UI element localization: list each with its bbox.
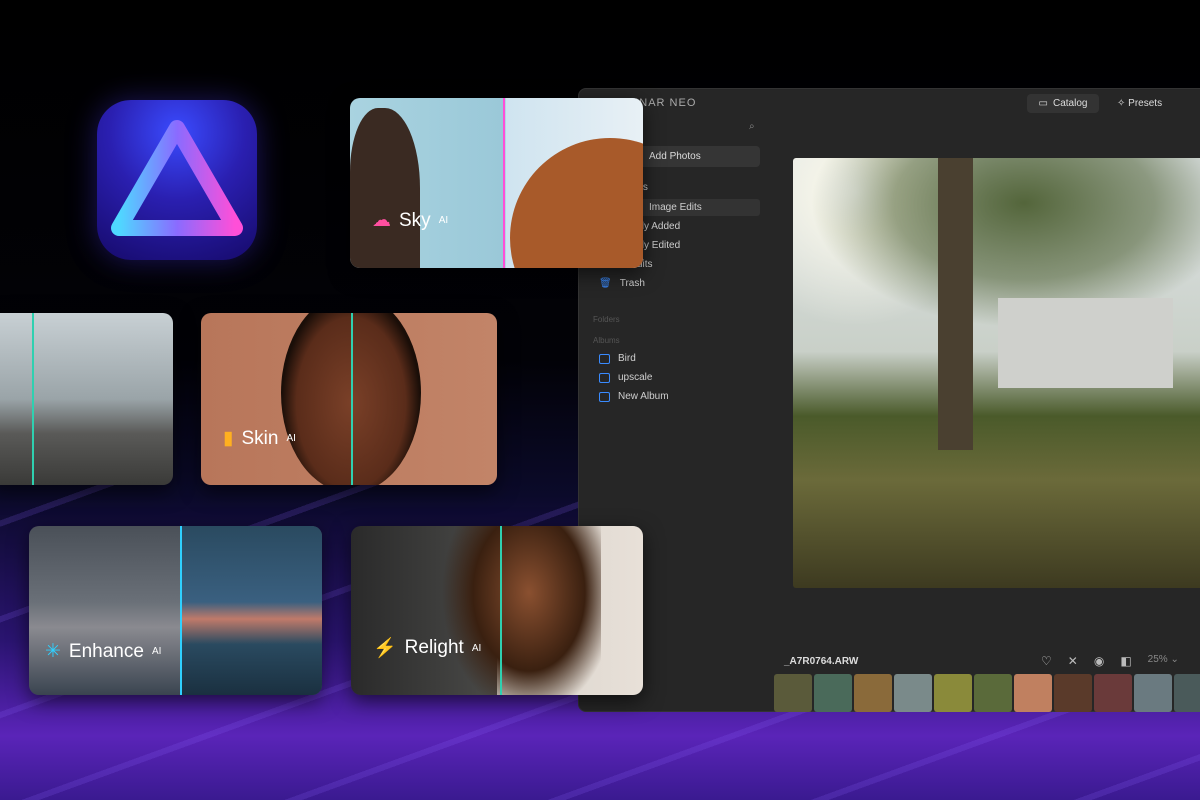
bolt-icon: ⚡	[373, 638, 397, 659]
heart-icon[interactable]: ♡	[1041, 654, 1052, 668]
sky-label: ☁ Sky AI	[372, 209, 449, 232]
compare-icon[interactable]: ◧	[1120, 654, 1131, 668]
relight-label: ⚡ Relight AI	[373, 637, 482, 659]
thumbnail[interactable]	[1134, 674, 1172, 712]
folder-icon: ▭	[1038, 98, 1048, 109]
thumbnail[interactable]	[1094, 674, 1132, 712]
enhance-ai-card: ✳ Enhance AI	[29, 526, 322, 695]
album-icon	[599, 391, 610, 402]
thumbnail[interactable]	[774, 674, 812, 712]
thumbnail[interactable]	[1174, 674, 1200, 712]
thumbnail[interactable]	[974, 674, 1012, 712]
thumbnail[interactable]	[934, 674, 972, 712]
sidebar-item-trash[interactable]: 🗑 Trash	[599, 278, 645, 289]
thumbnail[interactable]	[814, 674, 852, 712]
sky-ai-card: ☁ Sky AI	[350, 98, 643, 268]
eye-icon[interactable]: ◉	[1094, 654, 1104, 668]
albums-label: Albums	[593, 336, 620, 345]
album-item[interactable]: Bird	[599, 353, 636, 364]
sidebar-item[interactable]: tly Added	[639, 221, 680, 232]
album-icon	[599, 372, 610, 383]
enhance-label: ✳ Enhance AI	[45, 640, 162, 663]
reject-icon[interactable]: ✕	[1068, 654, 1078, 668]
folders-label: Folders	[593, 315, 620, 324]
thumbnail[interactable]	[894, 674, 932, 712]
bottle-icon: ▮	[223, 428, 234, 449]
thumbnail[interactable]	[1014, 674, 1052, 712]
search-icon[interactable]: ⌕	[749, 121, 755, 132]
thumbnail[interactable]	[1054, 674, 1092, 712]
sidebar-item[interactable]: tly Edited	[639, 240, 680, 251]
sidebar-item[interactable]: Image Edits	[649, 202, 702, 213]
zoom-select[interactable]: 25% ⌄	[1148, 654, 1179, 668]
skin-label: ▮ Skin AI	[223, 427, 296, 450]
cloud-icon: ☁	[372, 210, 391, 231]
skin-ai-card: ▮ Skin AI	[201, 313, 497, 485]
app-window: LUMINAR NEO ▭ Catalog ✧ Presets ⌕ Add Pho…	[578, 88, 1200, 712]
main-photo	[793, 158, 1200, 588]
tab-presets[interactable]: ✧ Presets	[1117, 98, 1162, 109]
sparkle-icon: ✳	[45, 641, 61, 662]
album-item[interactable]: New Album	[599, 391, 669, 402]
trash-icon: 🗑	[599, 278, 612, 289]
luminar-neo-logo	[97, 100, 257, 260]
tab-catalog[interactable]: ▭ Catalog	[1027, 94, 1099, 113]
relight-ai-card: ⚡ Relight AI	[351, 526, 643, 695]
album-item[interactable]: upscale	[599, 372, 652, 383]
filename: _A7R0764.ARW	[784, 656, 859, 667]
waterfall-card	[0, 313, 173, 485]
album-icon	[599, 353, 610, 364]
thumbnail[interactable]	[854, 674, 892, 712]
